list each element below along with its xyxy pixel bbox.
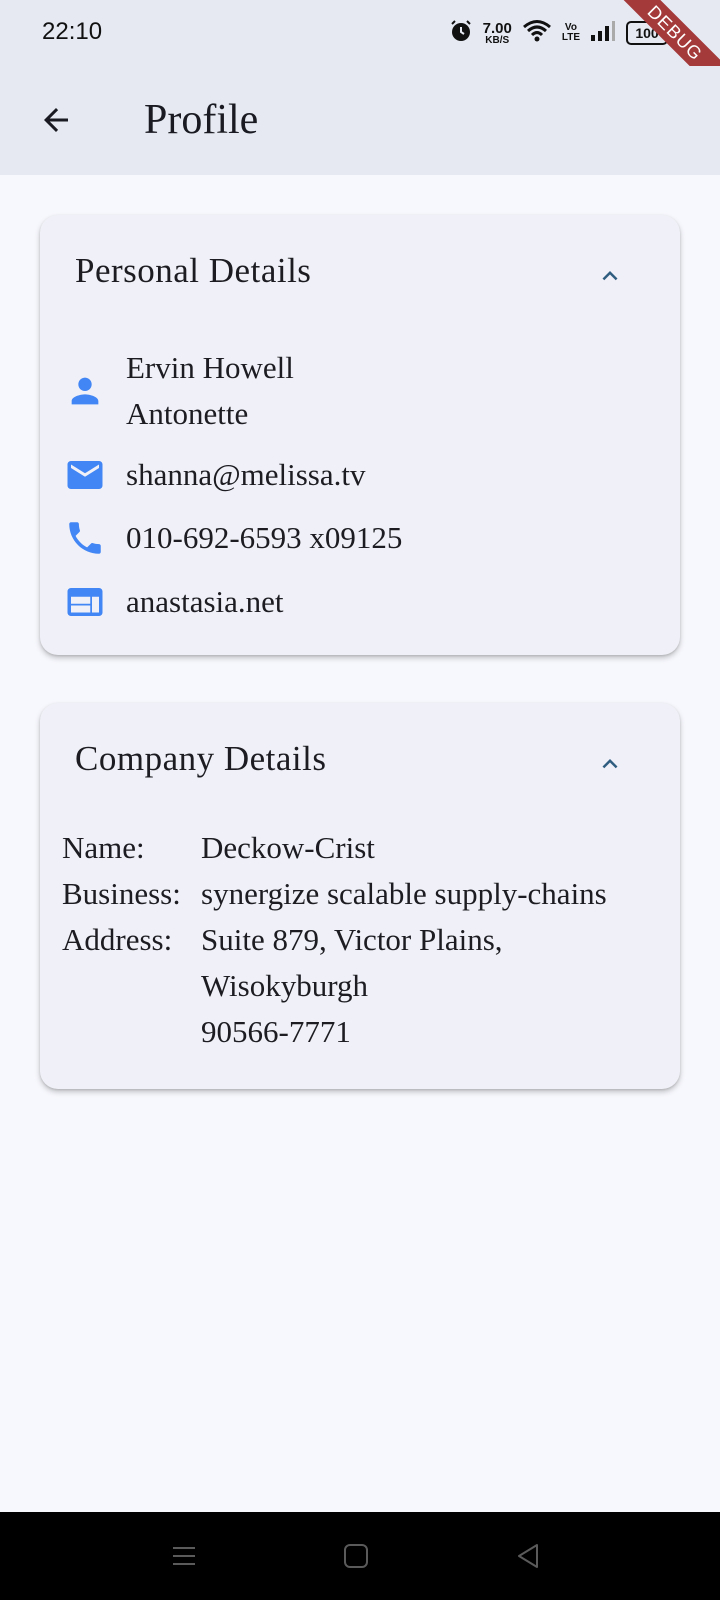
app-bar: Profile (0, 66, 720, 175)
personal-details-card: Personal Details Ervin Howell Antonette … (40, 215, 680, 655)
system-nav-bar (0, 1512, 720, 1600)
volte-indicator: Vo LTE (562, 23, 580, 43)
address-line-1: Suite 879, Victor Plains, (201, 922, 503, 957)
net-speed: 7.00 KB/S (483, 21, 512, 46)
nav-back-button[interactable] (506, 1534, 550, 1578)
personal-details-title: Personal Details (75, 251, 312, 290)
company-address-row: Address: Suite 879, Victor Plains, Wisok… (62, 917, 607, 1055)
company-details-title: Company Details (75, 739, 327, 778)
signal-icon (590, 20, 616, 47)
web-icon (64, 581, 106, 623)
address-line-2: Wisokyburgh (201, 968, 368, 1003)
company-name-value: Deckow-Crist (201, 830, 375, 865)
company-business-value: synergize scalable supply-chains (201, 876, 607, 911)
company-business-row: Business: synergize scalable supply-chai… (62, 871, 607, 917)
menu-icon (173, 1547, 195, 1565)
company-address-label: Address: (62, 922, 173, 957)
company-name-row: Name: Deckow-Crist (62, 825, 607, 871)
net-speed-unit: KB/S (485, 34, 510, 46)
status-icons: 7.00 KB/S Vo LTE 100 (449, 16, 672, 50)
home-square-icon (344, 1544, 368, 1568)
page-title: Profile (144, 97, 259, 143)
email-text: shanna@melissa.tv (126, 457, 366, 492)
company-business-label: Business: (62, 876, 181, 911)
name-block: Ervin Howell Antonette (126, 345, 294, 437)
person-name: Ervin Howell (126, 350, 294, 385)
phone-row: 010-692-6593 x09125 (64, 515, 402, 561)
alarm-icon (449, 19, 473, 48)
email-row: shanna@melissa.tv (64, 452, 365, 498)
arrow-back-icon (44, 108, 68, 132)
back-button[interactable] (28, 92, 84, 148)
wifi-icon (522, 19, 552, 48)
person-icon (64, 370, 106, 412)
status-time: 22:10 (42, 18, 103, 45)
net-speed-value: 7.00 (482, 19, 512, 37)
nav-home-button[interactable] (334, 1534, 378, 1578)
status-bar: 22:10 7.00 KB/S Vo LTE 100 (0, 0, 720, 66)
company-name-label: Name: (62, 830, 145, 865)
name-row: Ervin Howell Antonette (64, 345, 294, 437)
volte-bottom: LTE (561, 32, 580, 43)
company-details-header[interactable]: Company Details (40, 703, 680, 823)
person-username: Antonette (126, 396, 249, 431)
email-icon (64, 454, 106, 496)
company-address-value: Suite 879, Victor Plains, Wisokyburgh 90… (201, 917, 503, 1055)
nav-menu-button[interactable] (162, 1534, 206, 1578)
phone-text: 010-692-6593 x09125 (126, 520, 403, 555)
chevron-up-icon[interactable] (592, 258, 628, 294)
personal-details-header[interactable]: Personal Details (40, 215, 680, 335)
back-triangle-icon (518, 1544, 538, 1568)
website-text: anastasia.net (126, 584, 284, 619)
company-table: Name: Deckow-Crist Business: synergize s… (62, 825, 607, 1055)
chevron-up-icon[interactable] (592, 746, 628, 782)
company-details-card: Company Details Name: Deckow-Crist Busin… (40, 703, 680, 1089)
website-row: anastasia.net (64, 579, 284, 625)
phone-icon (64, 517, 106, 559)
address-line-3: 90566-7771 (201, 1014, 351, 1049)
